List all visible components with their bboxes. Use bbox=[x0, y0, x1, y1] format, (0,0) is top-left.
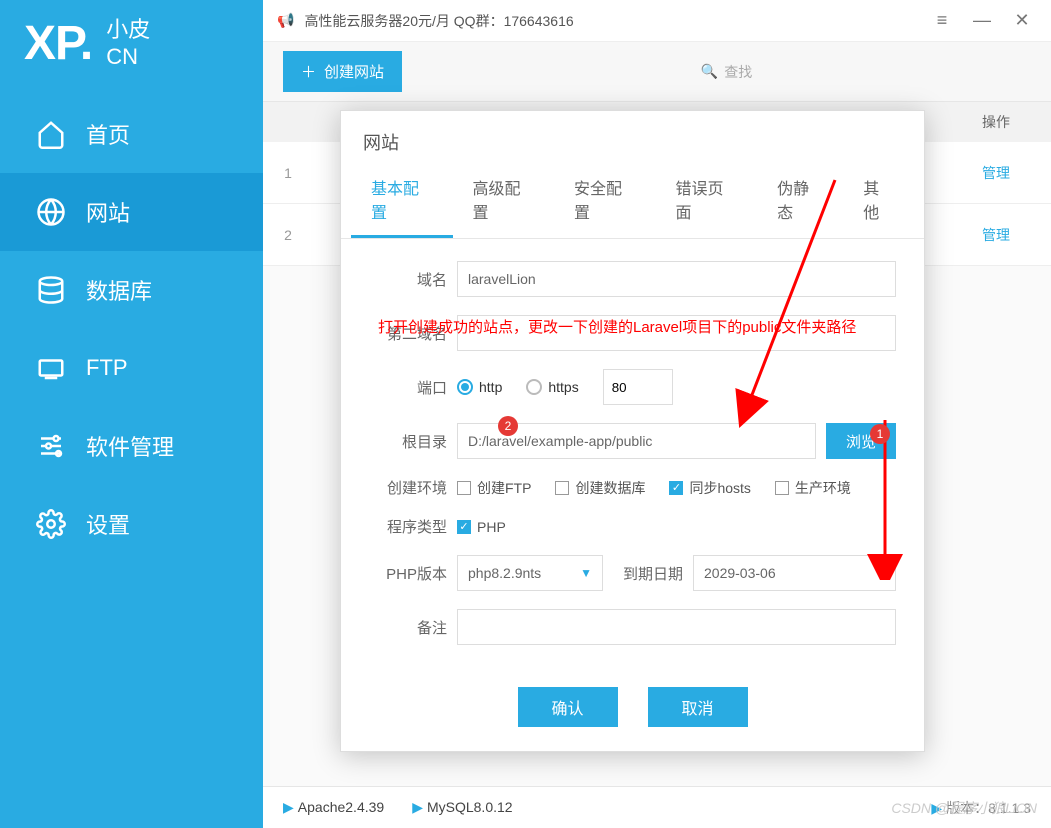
plus-icon: ＋ bbox=[301, 61, 316, 82]
nav: 首页 网站 数据库 FTP 软件管理 设置 bbox=[0, 95, 263, 828]
label-remark: 备注 bbox=[369, 617, 447, 638]
radio-https[interactable]: https bbox=[526, 379, 578, 395]
manage-link[interactable]: 管理 bbox=[941, 225, 1051, 245]
annotation-badge-2: 2 bbox=[498, 416, 518, 436]
dialog-tabs: 基本配置 高级配置 安全配置 错误页面 伪静态 其他 bbox=[341, 163, 924, 239]
radio-http[interactable]: http bbox=[457, 379, 502, 395]
announcement-text: 高性能云服务器20元/月 QQ群：176643616 bbox=[304, 11, 573, 31]
speaker-icon: 📢 bbox=[277, 12, 294, 29]
minimize-button[interactable]: — bbox=[967, 10, 997, 31]
phpver-select[interactable]: php8.2.9nts▼ bbox=[457, 555, 603, 591]
cancel-button[interactable]: 取消 bbox=[648, 687, 748, 727]
titlebar: 📢 高性能云服务器20元/月 QQ群：176643616 ≡ — ✕ bbox=[263, 0, 1051, 42]
domain2-input[interactable] bbox=[457, 315, 896, 351]
ftp-icon bbox=[36, 353, 66, 383]
tab-security[interactable]: 安全配置 bbox=[554, 163, 656, 238]
database-icon bbox=[36, 275, 66, 305]
sidebar: XP. 小皮 CN 首页 网站 数据库 FTP bbox=[0, 0, 263, 828]
create-website-button[interactable]: ＋ 创建网站 bbox=[283, 51, 402, 92]
search-button[interactable]: 🔍 查找 bbox=[422, 62, 1031, 82]
close-button[interactable]: ✕ bbox=[1007, 10, 1037, 31]
ok-button[interactable]: 确认 bbox=[518, 687, 618, 727]
label-root: 根目录 bbox=[369, 431, 447, 452]
nav-software[interactable]: 软件管理 bbox=[0, 407, 263, 485]
apache-status[interactable]: ▶Apache2.4.39 bbox=[283, 799, 384, 816]
label-port: 端口 bbox=[369, 377, 447, 398]
menu-icon[interactable]: ≡ bbox=[927, 10, 957, 31]
mysql-status[interactable]: ▶MySQL8.0.12 bbox=[412, 799, 512, 816]
tab-basic[interactable]: 基本配置 bbox=[351, 163, 453, 238]
manage-link[interactable]: 管理 bbox=[941, 163, 1051, 183]
logo-xp: XP. bbox=[24, 16, 92, 71]
website-dialog: 网站 基本配置 高级配置 安全配置 错误页面 伪静态 其他 域名 第二域名 端口… bbox=[340, 110, 925, 752]
nav-settings[interactable]: 设置 bbox=[0, 485, 263, 563]
nav-database[interactable]: 数据库 bbox=[0, 251, 263, 329]
tab-advanced[interactable]: 高级配置 bbox=[453, 163, 555, 238]
watermark: CSDN @程序小狼LiON bbox=[891, 798, 1037, 818]
topbar: ＋ 创建网站 🔍 查找 bbox=[263, 42, 1051, 102]
label-domain: 域名 bbox=[369, 269, 447, 290]
gear-icon bbox=[36, 509, 66, 539]
col-operate: 操作 bbox=[941, 102, 1051, 142]
label-type: 程序类型 bbox=[369, 516, 447, 537]
logo: XP. 小皮 CN bbox=[0, 0, 263, 95]
label-env: 创建环境 bbox=[369, 477, 447, 498]
tab-error[interactable]: 错误页面 bbox=[656, 163, 758, 238]
home-icon bbox=[36, 119, 66, 149]
dialog-title: 网站 bbox=[341, 111, 924, 163]
search-icon: 🔍 bbox=[701, 63, 718, 80]
globe-icon bbox=[36, 197, 66, 227]
nav-website[interactable]: 网站 bbox=[0, 173, 263, 251]
tab-other[interactable]: 其他 bbox=[843, 163, 914, 238]
nav-ftp[interactable]: FTP bbox=[0, 329, 263, 407]
check-php[interactable]: ✓PHP bbox=[457, 519, 506, 535]
check-hosts[interactable]: ✓同步hosts bbox=[669, 478, 750, 498]
label-expire: 到期日期 bbox=[613, 563, 683, 584]
label-domain2: 第二域名 bbox=[369, 323, 447, 344]
annotation-badge-1: 1 bbox=[870, 424, 890, 444]
dialog-form: 域名 第二域名 端口 http https 根目录 浏览 创建环境 创建FTP … bbox=[341, 239, 924, 673]
logo-cn: 小皮 CN bbox=[106, 17, 150, 70]
sliders-icon bbox=[36, 431, 66, 461]
tab-rewrite[interactable]: 伪静态 bbox=[757, 163, 843, 238]
port-input[interactable] bbox=[603, 369, 673, 405]
check-prod[interactable]: 生产环境 bbox=[775, 478, 851, 498]
remark-input[interactable] bbox=[457, 609, 896, 645]
expire-input[interactable] bbox=[693, 555, 896, 591]
check-ftp[interactable]: 创建FTP bbox=[457, 478, 531, 498]
check-db[interactable]: 创建数据库 bbox=[555, 478, 645, 498]
nav-home[interactable]: 首页 bbox=[0, 95, 263, 173]
domain-input[interactable] bbox=[457, 261, 896, 297]
chevron-down-icon: ▼ bbox=[580, 566, 592, 580]
label-phpver: PHP版本 bbox=[369, 563, 447, 584]
